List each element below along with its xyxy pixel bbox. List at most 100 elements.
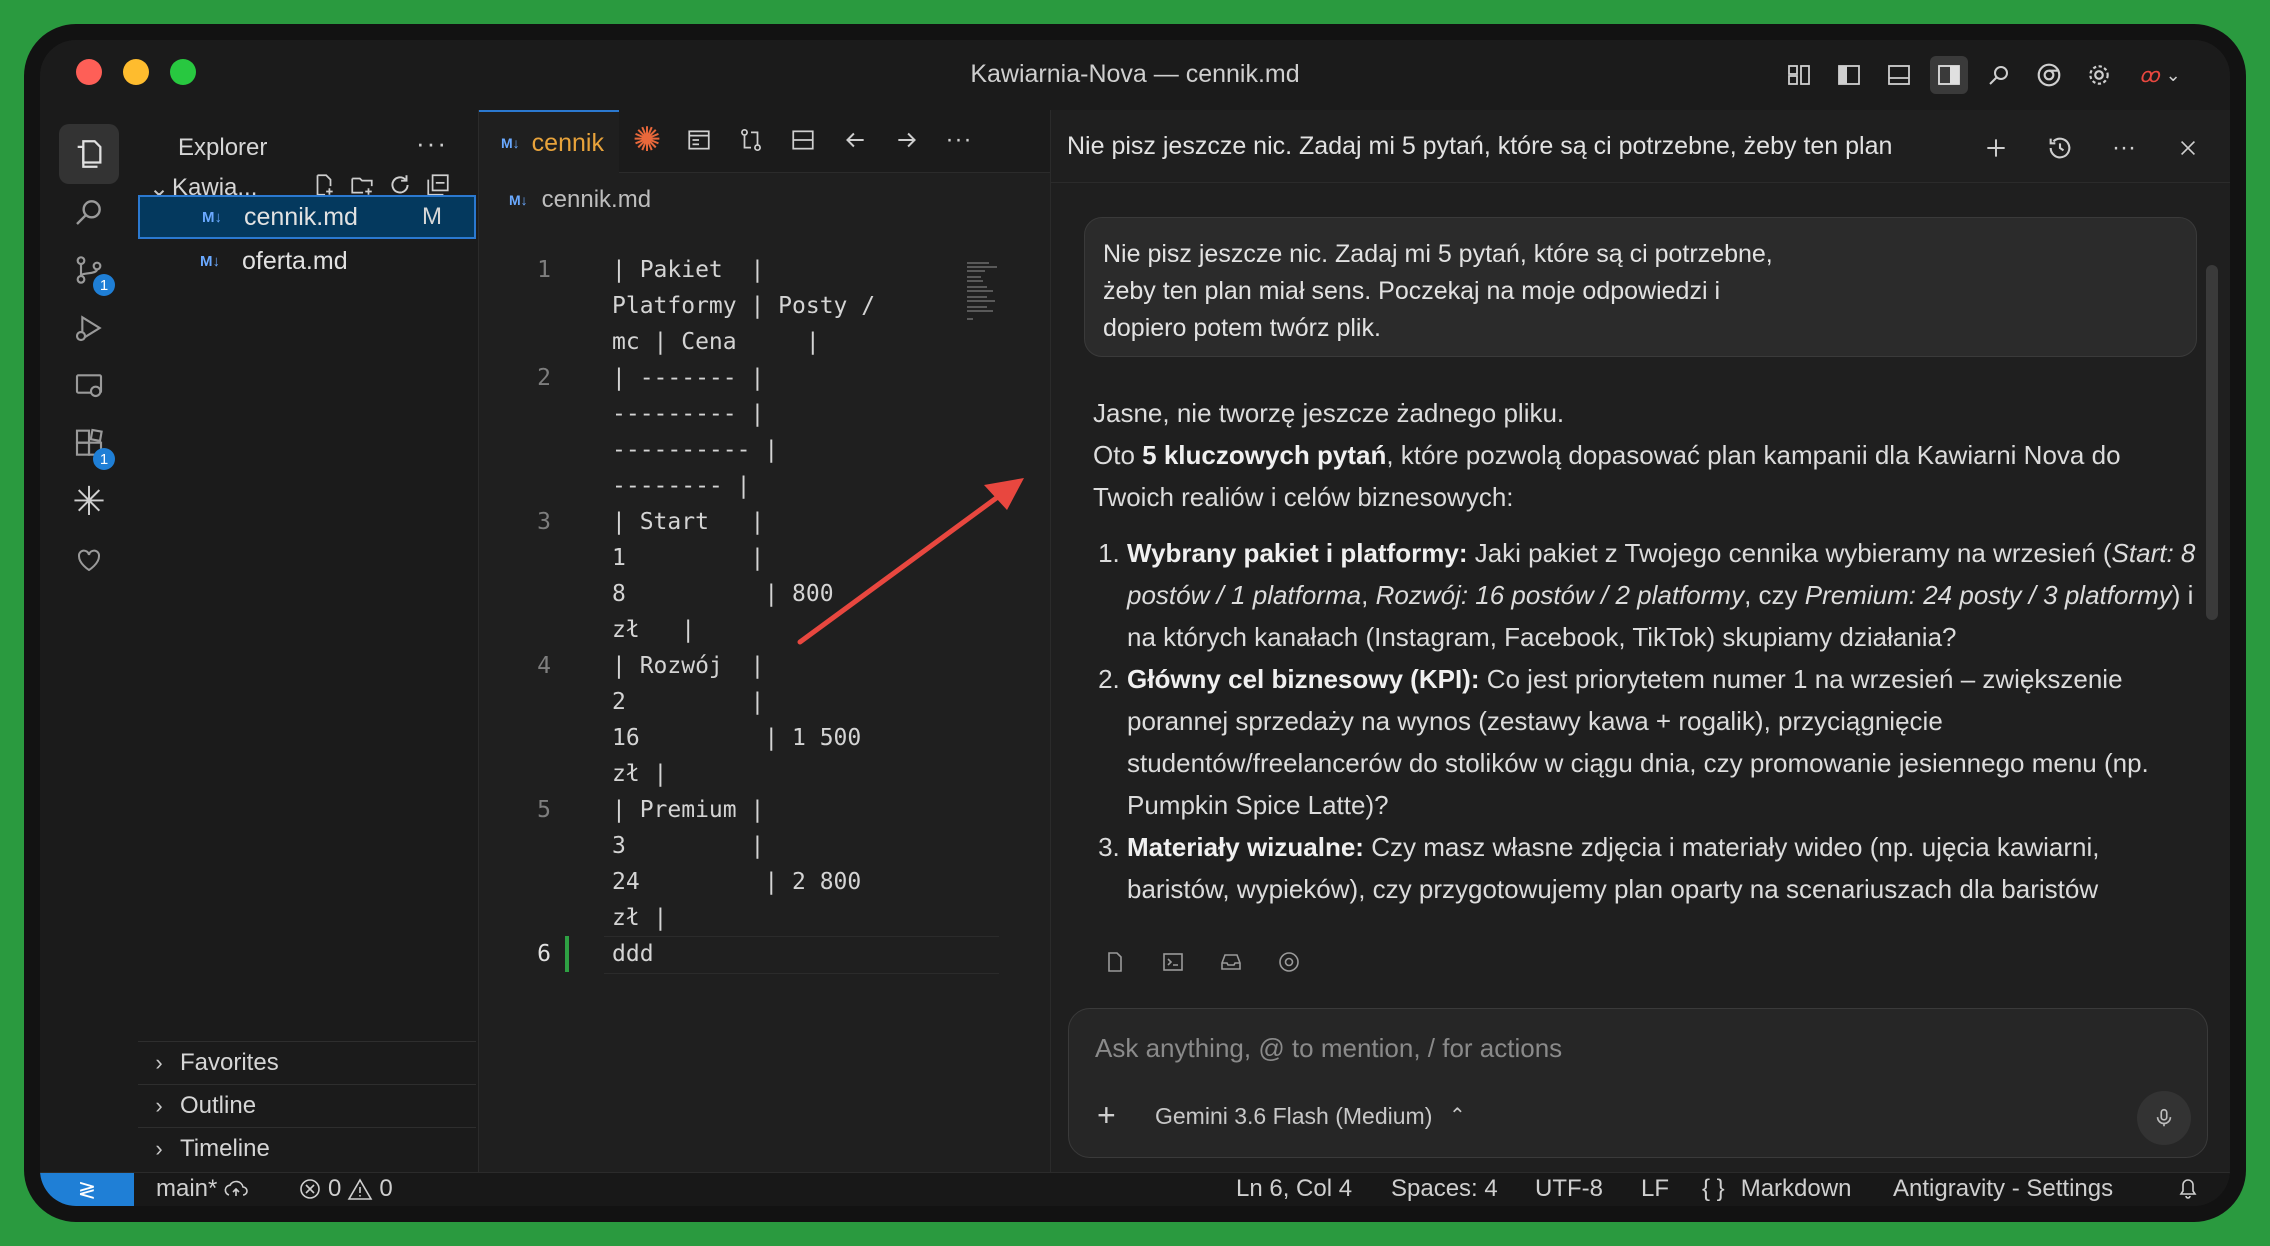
microphone-icon[interactable] [2137,1091,2191,1145]
code-line[interactable]: 2 | ------- | [479,360,1039,396]
code-line[interactable]: 4 | Rozwój | [479,648,1039,684]
section-outline[interactable]: › Outline [138,1084,476,1127]
code-text: 8 | 800 [612,581,834,607]
search-icon[interactable] [1980,56,2018,94]
code-line[interactable]: 1 | Pakiet | [479,252,1039,288]
more-icon[interactable]: ··· [2104,128,2144,168]
language-mode[interactable]: { } Markdown [1702,1175,1851,1203]
code-line[interactable]: 3 | Start | [479,504,1039,540]
text-span: Oto [1093,440,1143,470]
chat-input[interactable]: Ask anything, @ to mention, / for action… [1068,1008,2208,1158]
code-line[interactable]: 16 | 1 500 [479,720,1039,756]
code-line[interactable]: 3 | [479,828,1039,864]
section-favorites[interactable]: › Favorites [138,1041,476,1084]
history-icon[interactable] [2040,128,2080,168]
status-bar: ≷ main* 0 0 Ln 6, Col 4 Spaces: 4 UTF-8 … [40,1172,2230,1206]
code-area[interactable]: 1 | Pakiet | Platformy | Posty / mc | Cena … [479,252,1039,974]
code-line[interactable]: mc | Cena | [479,324,1039,360]
branch-status[interactable]: main* [156,1175,249,1203]
section-label: Outline [180,1092,257,1119]
inbox-icon[interactable] [1215,946,1247,978]
code-text: 16 | 1 500 [612,725,862,751]
editor-group: M↓ cennik ✺ ··· M↓ cennik.md 1 | Pakiet |… [479,110,1051,1172]
more-actions-icon[interactable]: ··· [941,122,977,158]
add-context-plus-icon[interactable]: + [1097,1097,1116,1134]
eol-status[interactable]: LF [1641,1175,1669,1203]
remote-indicator-icon[interactable]: ≷ [40,1173,134,1206]
code-line[interactable]: Platformy | Posty / [479,288,1039,324]
toggle-sidebar-icon[interactable] [1830,56,1868,94]
code-text: | Premium | [612,797,765,823]
modified-gutter-marker [565,936,569,972]
user-message-text: Nie pisz jeszcze nic. Zadaj mi 5 pytań, … [1103,240,1773,342]
file-item-oferta[interactable]: M↓ oferta.md [138,239,476,283]
chat-input-placeholder[interactable]: Ask anything, @ to mention, / for action… [1095,1033,1562,1064]
code-line[interactable]: zł | [479,756,1039,792]
chevron-right-icon: › [155,1050,163,1075]
toggle-panel-icon[interactable] [1880,56,1918,94]
arrow-right-icon[interactable] [889,122,925,158]
question-item: Materiały wizualne: Czy masz własne zdję… [1127,826,2201,910]
split-editor-icon[interactable] [785,122,821,158]
section-timeline[interactable]: › Timeline [138,1127,476,1170]
code-line[interactable]: ---------- | [479,432,1039,468]
chat-scrollbar[interactable] [2206,265,2218,620]
indentation-status[interactable]: Spaces: 4 [1391,1175,1498,1203]
agent-chat-panel: Nie pisz jeszcze nic. Zadaj mi 5 pytań, … [1051,110,2230,1172]
code-line[interactable]: zł | [479,612,1039,648]
extensions-icon[interactable]: 1 [59,414,119,474]
search-icon[interactable] [59,182,119,242]
arrow-left-icon[interactable] [837,122,873,158]
code-line[interactable]: 1 | [479,540,1039,576]
cursor-position[interactable]: Ln 6, Col 4 [1236,1175,1352,1203]
code-line[interactable]: --------- | [479,396,1039,432]
code-line[interactable]: zł | [479,900,1039,936]
compare-changes-icon[interactable] [733,122,769,158]
explorer-sidebar: Explorer ··· ⌄ Kawia... M↓ cennik.md M M… [138,110,479,1172]
toggle-secondary-sidebar-icon[interactable] [1930,56,1968,94]
notifications-bell-icon[interactable] [2176,1175,2200,1201]
text-span: Jaki pakiet z Twojego cennika wybieramy … [1467,538,2112,568]
explorer-more-button[interactable]: ··· [416,128,448,159]
code-line[interactable]: 6 ddd [479,936,1039,974]
code-text: -------- | [612,473,751,499]
browser-icon[interactable] [1273,946,1305,978]
settings-status[interactable]: Antigravity - Settings [1893,1175,2113,1203]
new-chat-plus-icon[interactable] [1976,128,2016,168]
open-preview-icon[interactable] [681,122,717,158]
layout-icon[interactable] [1780,56,1818,94]
chat-title: Nie pisz jeszcze nic. Zadaj mi 5 pytań, … [1067,132,1893,160]
file-modified-status: M [422,203,442,230]
tab-cennik[interactable]: M↓ cennik [479,110,619,174]
breadcrumb[interactable]: M↓ cennik.md [509,186,651,214]
code-text: Platformy | Posty / [612,293,876,319]
code-line[interactable]: -------- | [479,468,1039,504]
heart-icon[interactable] [59,530,119,590]
sparkle-icon[interactable]: ✺ [629,122,665,158]
problems-status[interactable]: 0 0 [298,1175,393,1203]
code-line[interactable]: 24 | 2 800 [479,864,1039,900]
model-selector[interactable]: Gemini 3.6 Flash (Medium) [1155,1103,1432,1130]
sparkle-agent-icon[interactable]: ✳ [59,472,119,532]
source-control-icon[interactable]: 1 [59,240,119,300]
code-line[interactable]: 5 | Premium | [479,792,1039,828]
close-icon[interactable] [2168,128,2208,168]
chevron-up-icon[interactable]: ⌃ [1449,1103,1466,1128]
encoding-status[interactable]: UTF-8 [1535,1175,1603,1203]
code-text: 24 | 2 800 [612,869,862,895]
chrome-icon[interactable] [2030,56,2068,94]
code-line[interactable]: 2 | [479,684,1039,720]
file-item-cennik[interactable]: M↓ cennik.md M [138,195,476,239]
explorer-files-icon[interactable] [59,124,119,184]
code-line[interactable]: 8 | 800 [479,576,1039,612]
terminal-icon[interactable] [1157,946,1189,978]
code-text: | ------- | [612,365,765,391]
warning-icon [347,1178,373,1200]
run-debug-icon[interactable] [59,298,119,358]
remote-explorer-icon[interactable] [59,356,119,416]
code-text: --------- | [612,401,765,427]
account-icon[interactable]: ꝏ ⌄ [2130,56,2190,94]
file-icon[interactable] [1099,946,1131,978]
settings-gear-icon[interactable] [2080,56,2118,94]
italic-text: Rozwój: 16 postów / 2 platformy [1375,580,1745,610]
